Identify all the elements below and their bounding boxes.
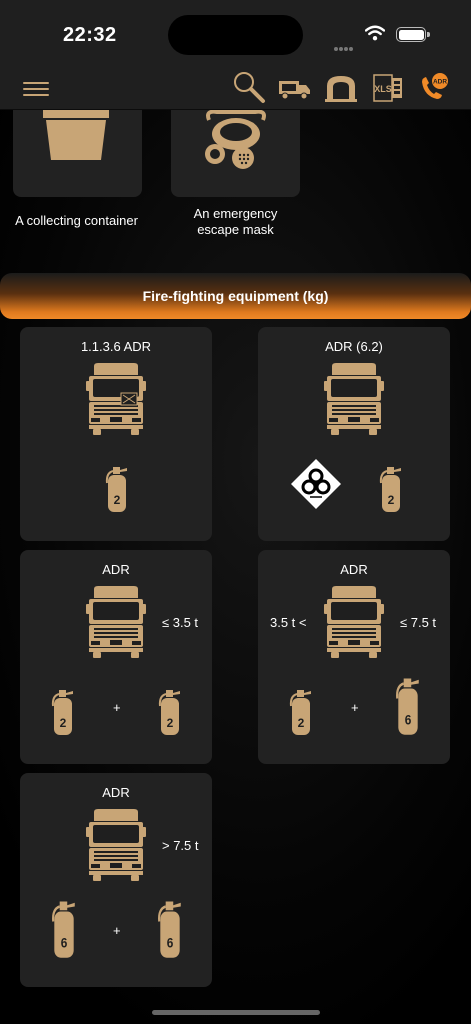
extinguisher-icon: 2 (104, 465, 130, 518)
collecting-container-card[interactable] (13, 110, 142, 197)
card-adr-over-75t[interactable]: ADR > 7.5 t 6 + 6 (20, 773, 212, 987)
section-header: Fire-fighting equipment (kg) (0, 273, 471, 319)
section-title: Fire-fighting equipment (kg) (142, 288, 329, 304)
plus-sign: + (351, 700, 359, 715)
extinguisher-kg: 2 (388, 493, 395, 507)
extinguisher-kg: 2 (167, 716, 174, 730)
xls-icon[interactable]: XLS (373, 73, 403, 108)
plus-sign: + (113, 923, 121, 938)
search-icon[interactable] (232, 70, 266, 109)
extinguisher-kg: 2 (60, 716, 67, 730)
weight-label: ≤ 3.5 t (162, 615, 199, 630)
card-adr-35t[interactable]: ADR ≤ 3.5 t 2 + 2 (20, 550, 212, 764)
extinguisher-icon: 2 (157, 688, 183, 741)
home-indicator[interactable] (152, 1010, 320, 1015)
container-icon (43, 110, 109, 167)
menu-icon[interactable] (23, 82, 49, 98)
card-title: ADR (102, 785, 130, 800)
weight-upper-label: ≤ 7.5 t (400, 615, 437, 630)
card-1136-adr[interactable]: 1.1.3.6 ADR 2 (20, 327, 212, 541)
dynamic-island (168, 15, 303, 55)
signal-icon (334, 38, 354, 56)
escape-mask-card[interactable] (171, 109, 300, 197)
card-title: ADR (6.2) (325, 339, 383, 354)
wifi-icon (364, 25, 386, 46)
card-title: 1.1.3.6 ADR (80, 339, 152, 354)
xls-label: XLS (374, 84, 392, 94)
status-bar: 22:32 (0, 0, 471, 70)
collecting-container-label: A collecting container (15, 213, 138, 228)
truck-front-icon (324, 363, 384, 435)
extinguisher-icon: 6 (394, 676, 422, 741)
extinguisher-icon: 6 (50, 899, 78, 964)
truck-front-icon (324, 586, 384, 658)
truck-front-icon (86, 809, 146, 881)
plus-sign: + (113, 700, 121, 715)
status-time: 22:32 (63, 24, 117, 46)
extinguisher-icon: 2 (378, 465, 404, 518)
weight-lower-label: 3.5 t < (270, 615, 307, 630)
extinguisher-kg: 6 (167, 935, 174, 951)
escape-mask-label: An emergency escape mask (193, 206, 278, 237)
extinguisher-icon: 2 (288, 688, 314, 741)
truck-icon[interactable] (278, 77, 312, 106)
extinguisher-kg: 2 (114, 493, 121, 507)
extinguisher-kg: 2 (298, 716, 305, 730)
mask-icon (203, 109, 269, 175)
extinguisher-kg: 6 (405, 712, 412, 728)
battery-icon (396, 27, 430, 42)
card-title: ADR (340, 562, 368, 577)
adr-phone-icon[interactable]: ADR (418, 72, 450, 109)
nav-bar: XLS ADR (0, 70, 471, 110)
card-adr-62[interactable]: ADR (6.2) 2 (258, 327, 450, 541)
extinguisher-kg: 6 (61, 935, 68, 951)
tunnel-icon[interactable] (325, 74, 357, 107)
truck-front-icon (86, 586, 146, 658)
extinguisher-icon: 6 (156, 899, 184, 964)
placard-icon (120, 392, 138, 406)
weight-label: > 7.5 t (162, 838, 199, 853)
extinguisher-icon: 2 (50, 688, 76, 741)
adr-badge: ADR (433, 79, 447, 86)
card-title: ADR (102, 562, 130, 577)
card-adr-75t[interactable]: ADR 3.5 t < ≤ 7.5 t 2 + 6 (258, 550, 450, 764)
biohazard-icon (290, 458, 342, 515)
